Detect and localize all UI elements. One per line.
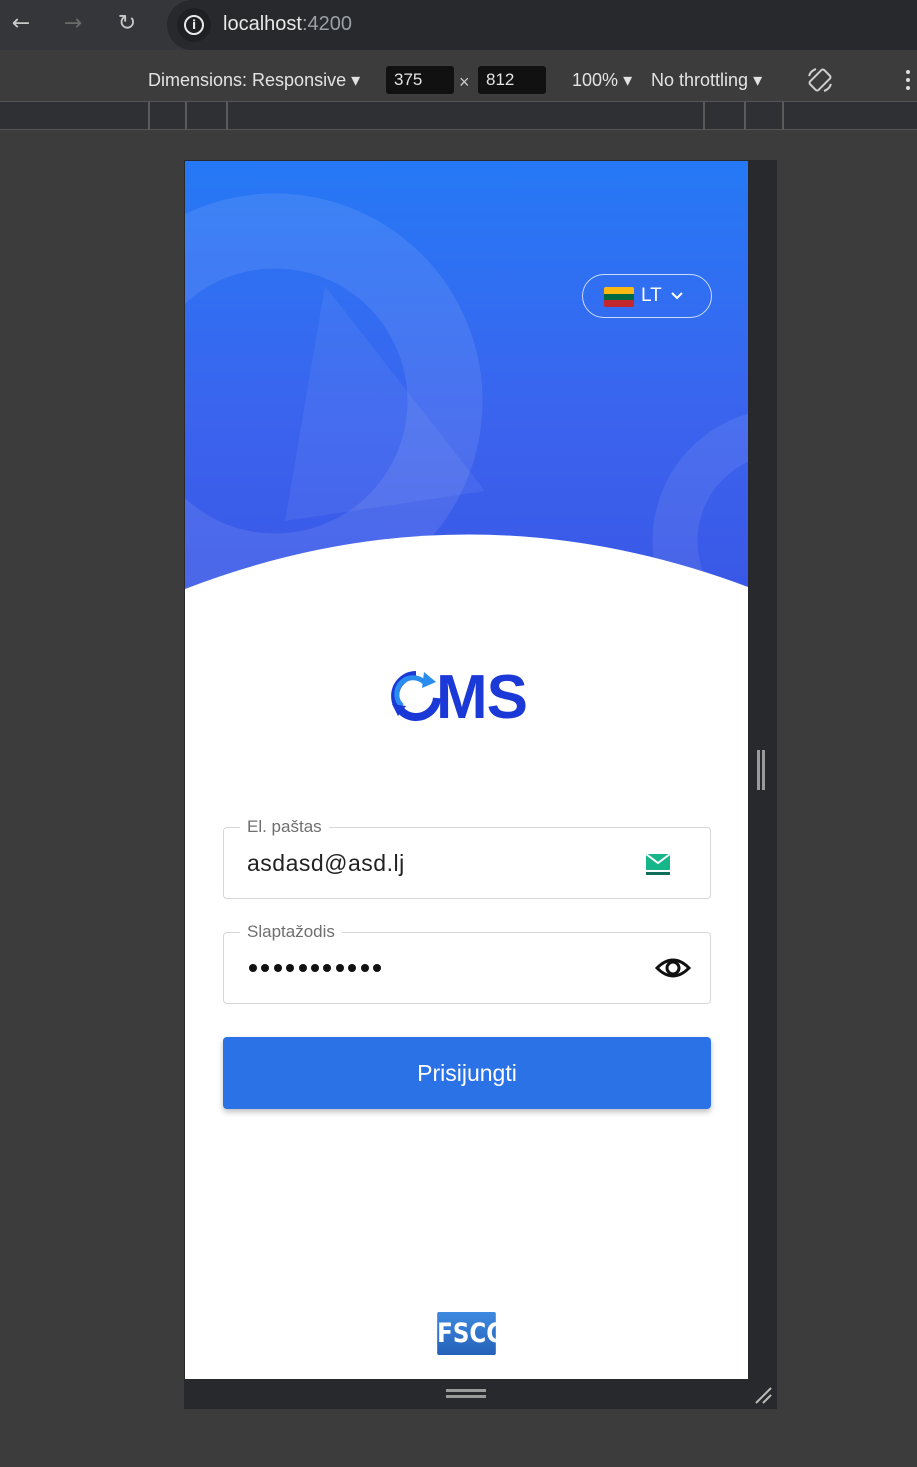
language-code: LT xyxy=(641,285,662,306)
app-logo: MS xyxy=(390,663,545,732)
hero-curve xyxy=(185,534,748,641)
resize-corner-icon[interactable] xyxy=(752,1384,774,1406)
fscc-logo: FSCC xyxy=(437,1312,503,1355)
zoom-dropdown[interactable]: 100% ▾ xyxy=(572,70,632,91)
dropdown-caret-icon: ▾ xyxy=(351,70,361,90)
lithuania-flag-icon xyxy=(604,287,634,307)
login-button[interactable]: Prisijungti xyxy=(223,1037,711,1109)
language-selector[interactable]: LT xyxy=(582,274,712,318)
more-options-icon[interactable] xyxy=(906,68,912,92)
email-field[interactable]: El. paštas asdasd@asd.lj xyxy=(223,817,711,899)
password-masked-value[interactable] xyxy=(249,959,385,979)
times-symbol: × xyxy=(459,72,470,92)
password-field[interactable]: Slaptažodis xyxy=(223,922,711,1004)
width-input[interactable]: 375 xyxy=(386,66,454,94)
height-input[interactable]: 812 xyxy=(478,66,546,94)
site-info-icon[interactable]: i xyxy=(177,8,211,42)
device-toolbar: Dimensions: Responsive ▾ 375 × 812 100% … xyxy=(0,50,917,102)
reload-icon[interactable]: ↻ xyxy=(114,11,140,37)
eye-icon[interactable] xyxy=(655,952,691,984)
url-host: localhost xyxy=(223,13,302,35)
logo-text: MS xyxy=(436,663,528,732)
zoom-label: 100% xyxy=(572,70,619,90)
resize-handle-bottom[interactable] xyxy=(446,1389,486,1399)
url-text[interactable]: localhost:4200 xyxy=(223,13,352,36)
media-query-ruler xyxy=(0,102,917,130)
throttling-dropdown[interactable]: No throttling ▾ xyxy=(651,70,762,91)
refresh-o-icon xyxy=(391,671,441,721)
dropdown-caret-icon: ▾ xyxy=(623,70,633,90)
chevron-down-icon xyxy=(671,292,683,300)
throttling-label: No throttling xyxy=(651,70,749,90)
email-value[interactable]: asdasd@asd.lj xyxy=(247,850,405,877)
tempmail-icon[interactable] xyxy=(644,852,672,878)
app-viewport: LT MS El. paštas asdasd@asd.lj Slaptažod… xyxy=(185,161,748,1379)
resize-handle-right[interactable] xyxy=(757,750,767,790)
browser-toolbar: ← → ↻ i localhost:4200 xyxy=(0,0,917,50)
dropdown-caret-icon: ▾ xyxy=(753,70,763,90)
rotate-icon[interactable] xyxy=(806,66,834,94)
dimensions-label: Dimensions: Responsive xyxy=(148,70,347,90)
dimensions-dropdown[interactable]: Dimensions: Responsive ▾ xyxy=(148,70,360,91)
password-label: Slaptažodis xyxy=(240,922,342,942)
forward-arrow-icon[interactable]: → xyxy=(60,11,86,37)
back-arrow-icon[interactable]: ← xyxy=(8,11,34,37)
url-port: :4200 xyxy=(301,13,352,35)
address-bar[interactable]: i localhost:4200 xyxy=(167,0,917,50)
email-label: El. paštas xyxy=(240,817,329,837)
